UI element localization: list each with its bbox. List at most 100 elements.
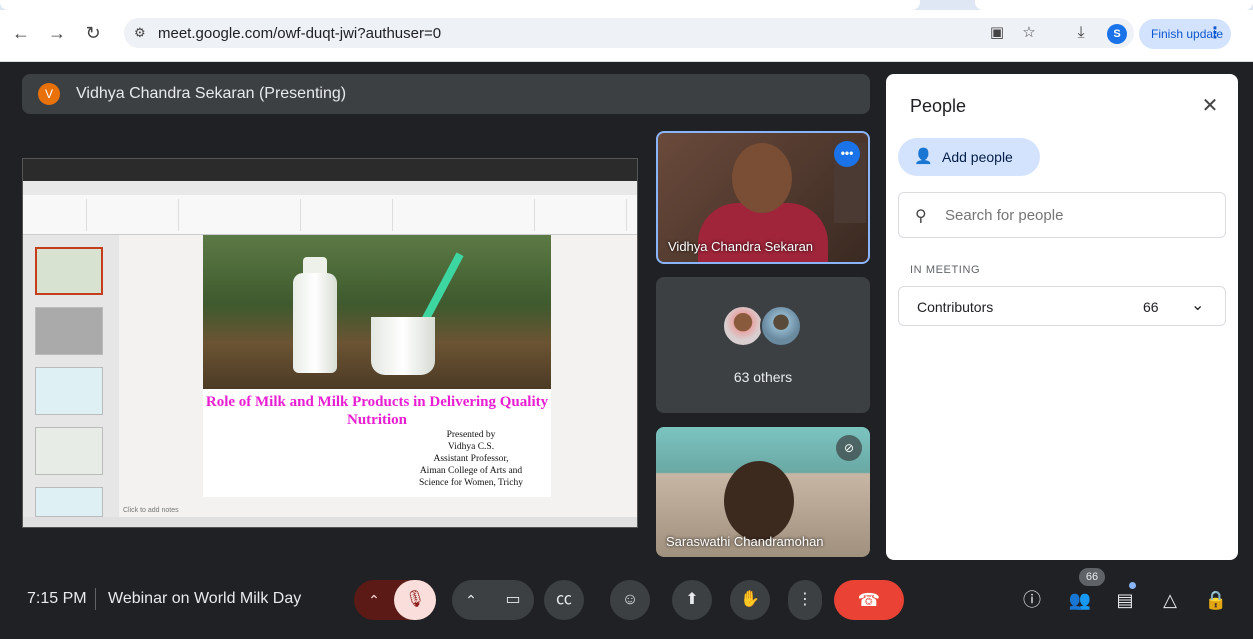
site-settings-icon[interactable]: ⚙ bbox=[134, 25, 150, 41]
credit-line: Assistant Professor, bbox=[433, 454, 509, 464]
participant-face bbox=[724, 461, 794, 541]
meeting-title: Webinar on World Milk Day bbox=[108, 590, 302, 607]
credit-line: Vidhya C.S. bbox=[447, 442, 495, 452]
search-input[interactable] bbox=[945, 207, 1205, 224]
credit-line: Science for Women, Trichy bbox=[418, 478, 524, 488]
contributors-label: Contributors bbox=[917, 299, 994, 315]
chevron-up-icon[interactable]: ⌃ bbox=[354, 580, 394, 620]
finish-update-button[interactable]: Finish update ⋮ bbox=[1139, 19, 1231, 49]
clock: 7:15 PM bbox=[27, 590, 87, 607]
mic-off-button[interactable]: 🎙 bbox=[394, 580, 436, 620]
participant-avatar bbox=[722, 305, 764, 347]
panel-heading: People bbox=[910, 96, 967, 116]
camera-control: ⌃ ▭ bbox=[452, 580, 534, 620]
address-bar[interactable]: ⚙ meet.google.com/owf-duqt-jwi?authuser=… bbox=[124, 18, 1134, 48]
chat-icon[interactable]: ▤ bbox=[1113, 588, 1137, 612]
ribbon-group bbox=[303, 199, 393, 231]
browser-tab[interactable] bbox=[975, 0, 1253, 10]
download-icon[interactable]: ⤓ bbox=[1072, 24, 1090, 42]
slide-thumbnails bbox=[23, 235, 119, 520]
microphone-control: ⌃ 🎙 bbox=[354, 580, 436, 620]
presenter-avatar: V bbox=[38, 83, 60, 105]
presenter-banner: V Vidhya Chandra Sekaran (Presenting) bbox=[22, 74, 870, 114]
slide-thumbnail bbox=[35, 247, 103, 295]
add-person-icon: 👤 bbox=[914, 148, 933, 165]
people-icon[interactable]: 👥 bbox=[1068, 588, 1092, 612]
camera-button[interactable]: ▭ bbox=[492, 580, 534, 620]
section-label: IN MEETING bbox=[910, 264, 981, 276]
hand-icon: ✋ bbox=[740, 591, 760, 608]
people-search[interactable]: ⚲ bbox=[898, 192, 1226, 238]
host-controls-icon[interactable]: 🔒 bbox=[1204, 588, 1228, 612]
browser-tab[interactable] bbox=[0, 0, 920, 10]
milk-glass bbox=[371, 317, 435, 375]
captions-button[interactable]: ㏄ bbox=[544, 580, 584, 620]
slide-title: Role of Milk and Milk Products in Delive… bbox=[205, 394, 549, 428]
milk-bottle bbox=[293, 273, 337, 373]
add-people-button[interactable]: 👤 Add people bbox=[898, 138, 1040, 176]
ppt-ribbon bbox=[23, 195, 637, 235]
close-icon[interactable]: ✕ bbox=[1198, 94, 1222, 118]
more-vert-icon: ⋮ bbox=[797, 591, 813, 608]
contributors-count: 66 bbox=[1143, 299, 1159, 315]
participant-avatar bbox=[760, 305, 802, 347]
emoji-icon: ☺ bbox=[621, 591, 639, 608]
browser-toolbar: ← → ↻ ⚙ meet.google.com/owf-duqt-jwi?aut… bbox=[0, 0, 1253, 62]
milk-photo bbox=[203, 235, 551, 389]
ribbon-group bbox=[537, 199, 627, 231]
participant-face bbox=[732, 143, 792, 213]
participants-badge: 66 bbox=[1079, 568, 1105, 586]
mic-off-icon: ⊘ bbox=[836, 435, 862, 461]
others-count: 63 others bbox=[733, 369, 793, 385]
phone-hangup-icon: ☎ bbox=[857, 590, 881, 610]
slide-thumbnail bbox=[35, 307, 103, 355]
present-screen-icon: ⬆ bbox=[685, 591, 699, 608]
back-icon[interactable]: ← bbox=[10, 22, 32, 44]
camera-icon[interactable]: ▣ bbox=[988, 24, 1006, 42]
participant-name: Vidhya Chandra Sekaran bbox=[668, 239, 814, 254]
reactions-button[interactable]: ☺ bbox=[610, 580, 650, 620]
presenter-name: Vidhya Chandra Sekaran (Presenting) bbox=[76, 85, 347, 102]
search-icon: ⚲ bbox=[915, 208, 927, 225]
present-button[interactable]: ⬆ bbox=[672, 580, 712, 620]
people-panel: People ✕ 👤 Add people ⚲ IN MEETING Contr… bbox=[886, 74, 1238, 560]
url-text[interactable]: meet.google.com/owf-duqt-jwi?authuser=0 bbox=[158, 25, 441, 42]
divider bbox=[95, 588, 96, 610]
ppt-status-bar bbox=[23, 517, 637, 527]
ppt-titlebar bbox=[23, 159, 637, 181]
ribbon-group bbox=[395, 199, 535, 231]
participant-name: Saraswathi Chandramohan bbox=[666, 534, 824, 549]
bookmark-star-icon[interactable]: ☆ bbox=[1020, 24, 1038, 42]
contributors-row[interactable]: Contributors 66 ⌄ bbox=[898, 286, 1226, 326]
slide-thumbnail bbox=[35, 367, 103, 415]
ppt-menu-bar bbox=[23, 181, 637, 195]
ribbon-group bbox=[89, 199, 179, 231]
ribbon-group bbox=[27, 199, 87, 231]
captions-icon: ㏄ bbox=[555, 591, 572, 608]
slide-thumbnail bbox=[35, 427, 103, 475]
info-icon[interactable]: ⓘ bbox=[1020, 588, 1044, 612]
presenter-credit: Presented by Vidhya C.S. Assistant Profe… bbox=[401, 429, 541, 489]
others-tile[interactable]: 63 others bbox=[656, 277, 870, 413]
chevron-down-icon: ⌄ bbox=[1191, 297, 1205, 314]
profile-avatar[interactable]: S bbox=[1107, 24, 1127, 44]
more-options-button[interactable]: ⋮ bbox=[788, 580, 822, 620]
more-options-icon[interactable]: ••• bbox=[834, 141, 860, 167]
add-people-label: Add people bbox=[942, 149, 1013, 165]
chevron-up-icon[interactable]: ⌃ bbox=[452, 580, 490, 620]
notification-dot bbox=[1129, 582, 1136, 589]
forward-icon[interactable]: → bbox=[46, 22, 68, 44]
more-vert-icon: ⋮ bbox=[1207, 25, 1223, 42]
participant-tile[interactable]: ⊘ Saraswathi Chandramohan bbox=[656, 427, 870, 557]
reload-icon[interactable]: ↻ bbox=[82, 22, 104, 44]
current-slide: Role of Milk and Milk Products in Delive… bbox=[203, 235, 551, 497]
activities-icon[interactable]: △ bbox=[1158, 588, 1182, 612]
shared-screen: Role of Milk and Milk Products in Delive… bbox=[22, 158, 638, 528]
participant-tile[interactable]: ••• Vidhya Chandra Sekaran bbox=[656, 131, 870, 264]
ribbon-group bbox=[181, 199, 301, 231]
end-call-button[interactable]: ☎ bbox=[834, 580, 904, 620]
tab-strip bbox=[0, 0, 1253, 10]
raise-hand-button[interactable]: ✋ bbox=[730, 580, 770, 620]
credit-line: Presented by bbox=[446, 430, 496, 440]
slide-thumbnail bbox=[35, 487, 103, 517]
